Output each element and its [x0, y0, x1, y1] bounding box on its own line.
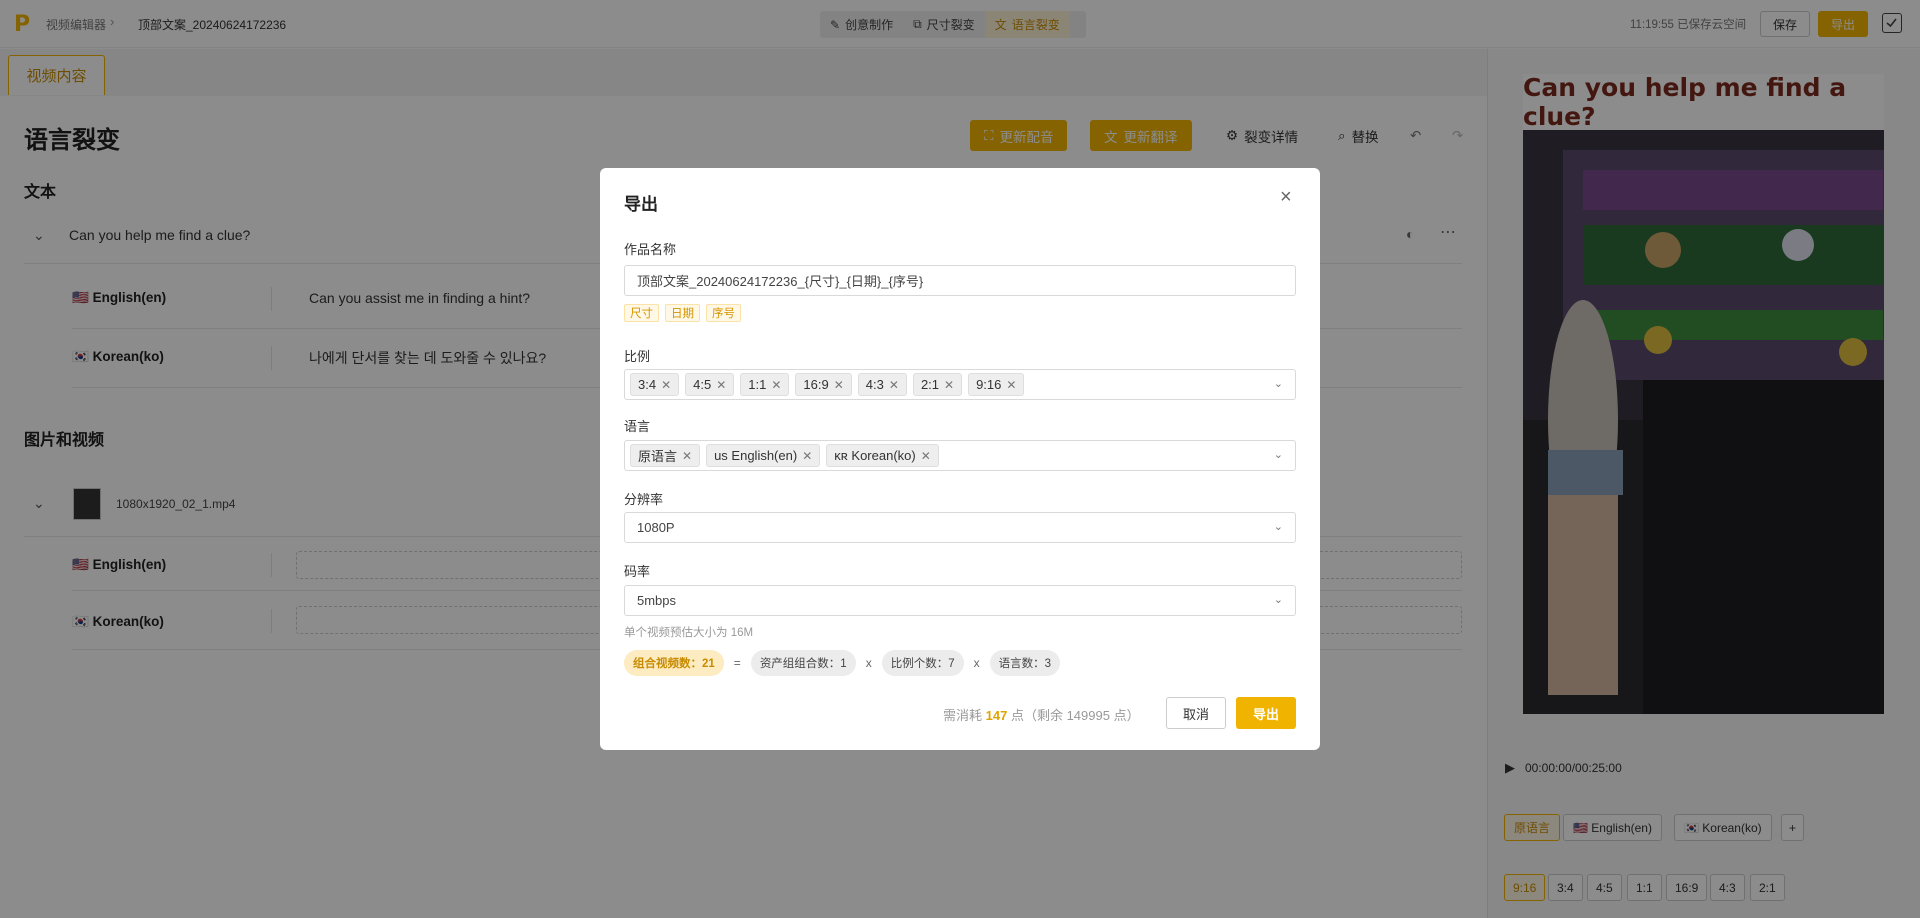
ratio-tag: 4:3 ✕: [857, 373, 907, 396]
size-estimate-hint: 单个视频预估大小为 16M: [624, 627, 754, 639]
ratio-tag: 2:1 ✕: [912, 373, 963, 396]
name-variable-chips: 尺寸 日期 序号: [624, 304, 741, 322]
ratio-select[interactable]: 3:4 ✕ 4:5 ✕ 1:1 ✕ 16:9 ✕ 4:3 ✕ 2:1 ✕ 9:16 ✕ ⌄: [624, 369, 1296, 400]
chevron-down-icon: ⌄: [1273, 521, 1283, 533]
combination-formula: 组合视频数：21 = 资产组组合数：1 x 比例个数：7 x 语言数：3: [624, 650, 1061, 676]
export-confirm-button[interactable]: 导出: [1236, 697, 1296, 729]
remove-icon[interactable]: ✕: [802, 449, 812, 463]
close-icon[interactable]: ×: [1280, 186, 1292, 209]
cost-prefix: 需消耗: [943, 708, 983, 723]
ratio-tag-label: 16:9: [803, 377, 829, 392]
language-tag-label: ĸʀ Korean(ko): [834, 448, 916, 463]
dialog-title: 导出: [624, 195, 658, 214]
language-select[interactable]: 原语言 ✕ us English(en) ✕ ĸʀ Korean(ko) ✕ ⌄: [624, 440, 1296, 471]
bitrate-value: 5mbps: [637, 593, 677, 608]
var-index-chip[interactable]: 序号: [706, 304, 741, 322]
language-tag: 原语言 ✕: [630, 444, 701, 467]
language-label: 语言: [624, 419, 651, 434]
multiply-sign: x: [973, 656, 980, 670]
cost-points: 147: [985, 708, 1008, 723]
var-date-chip[interactable]: 日期: [665, 304, 700, 322]
ratio-tag-label: 2:1: [920, 377, 940, 392]
remove-icon[interactable]: ✕: [661, 378, 671, 392]
multiply-sign: x: [865, 656, 872, 670]
remove-icon[interactable]: ✕: [834, 378, 844, 392]
remove-icon[interactable]: ✕: [716, 378, 726, 392]
language-tag: ĸʀ Korean(ko) ✕: [826, 444, 939, 467]
ratio-tag: 16:9 ✕: [795, 373, 852, 396]
ratio-tag: 9:16 ✕: [968, 373, 1025, 396]
language-tag-label: 原语言: [638, 449, 678, 464]
resolution-value: 1080P: [637, 520, 675, 535]
export-dialog: 导出 × 作品名称 顶部文案_20240624172236_{尺寸}_{日期}_…: [600, 168, 1320, 750]
ratio-tag-label: 9:16: [976, 377, 1002, 392]
work-name-input[interactable]: 顶部文案_20240624172236_{尺寸}_{日期}_{序号}: [624, 265, 1296, 296]
remove-icon[interactable]: ✕: [944, 378, 954, 392]
bitrate-select[interactable]: 5mbps ⌄: [624, 585, 1296, 616]
ratio-tag: 1:1 ✕: [740, 373, 790, 396]
ratio-tag-label: 4:3: [865, 377, 884, 392]
resolution-select[interactable]: 1080P ⌄: [624, 512, 1296, 543]
ratio-tag-label: 1:1: [748, 377, 767, 392]
asset-combo-badge: 资产组组合数：1: [750, 650, 856, 676]
remove-icon[interactable]: ✕: [921, 449, 931, 463]
bitrate-label: 码率: [624, 564, 651, 579]
ratio-tag-label: 3:4: [638, 377, 657, 392]
ratio-tag: 3:4 ✕: [630, 373, 680, 396]
resolution-label: 分辨率: [624, 492, 664, 507]
language-count-badge: 语言数：3: [989, 650, 1061, 676]
cost-suffix: 点（剩余 149995 点）: [1010, 708, 1140, 723]
cost-summary: 需消耗 147 点（剩余 149995 点）: [943, 705, 1140, 724]
ratio-label: 比例: [624, 349, 651, 364]
chevron-down-icon: ⌄: [1273, 449, 1283, 461]
ratio-tag: 4:5 ✕: [685, 373, 735, 396]
var-size-chip[interactable]: 尺寸: [624, 304, 659, 322]
remove-icon[interactable]: ✕: [889, 378, 899, 392]
total-videos-badge: 组合视频数：21: [624, 650, 724, 676]
ratio-count-badge: 比例个数：7: [881, 650, 964, 676]
language-tag-label: us English(en): [714, 448, 798, 463]
ratio-tag-label: 4:5: [693, 377, 712, 392]
name-label: 作品名称: [624, 242, 677, 257]
remove-icon[interactable]: ✕: [682, 449, 692, 463]
cancel-button[interactable]: 取消: [1166, 697, 1226, 729]
language-tag: us English(en) ✕: [706, 444, 821, 467]
chevron-down-icon: ⌄: [1273, 594, 1283, 606]
equals-sign: =: [733, 656, 741, 670]
remove-icon[interactable]: ✕: [1006, 378, 1016, 392]
chevron-down-icon: ⌄: [1273, 378, 1283, 390]
remove-icon[interactable]: ✕: [771, 378, 781, 392]
